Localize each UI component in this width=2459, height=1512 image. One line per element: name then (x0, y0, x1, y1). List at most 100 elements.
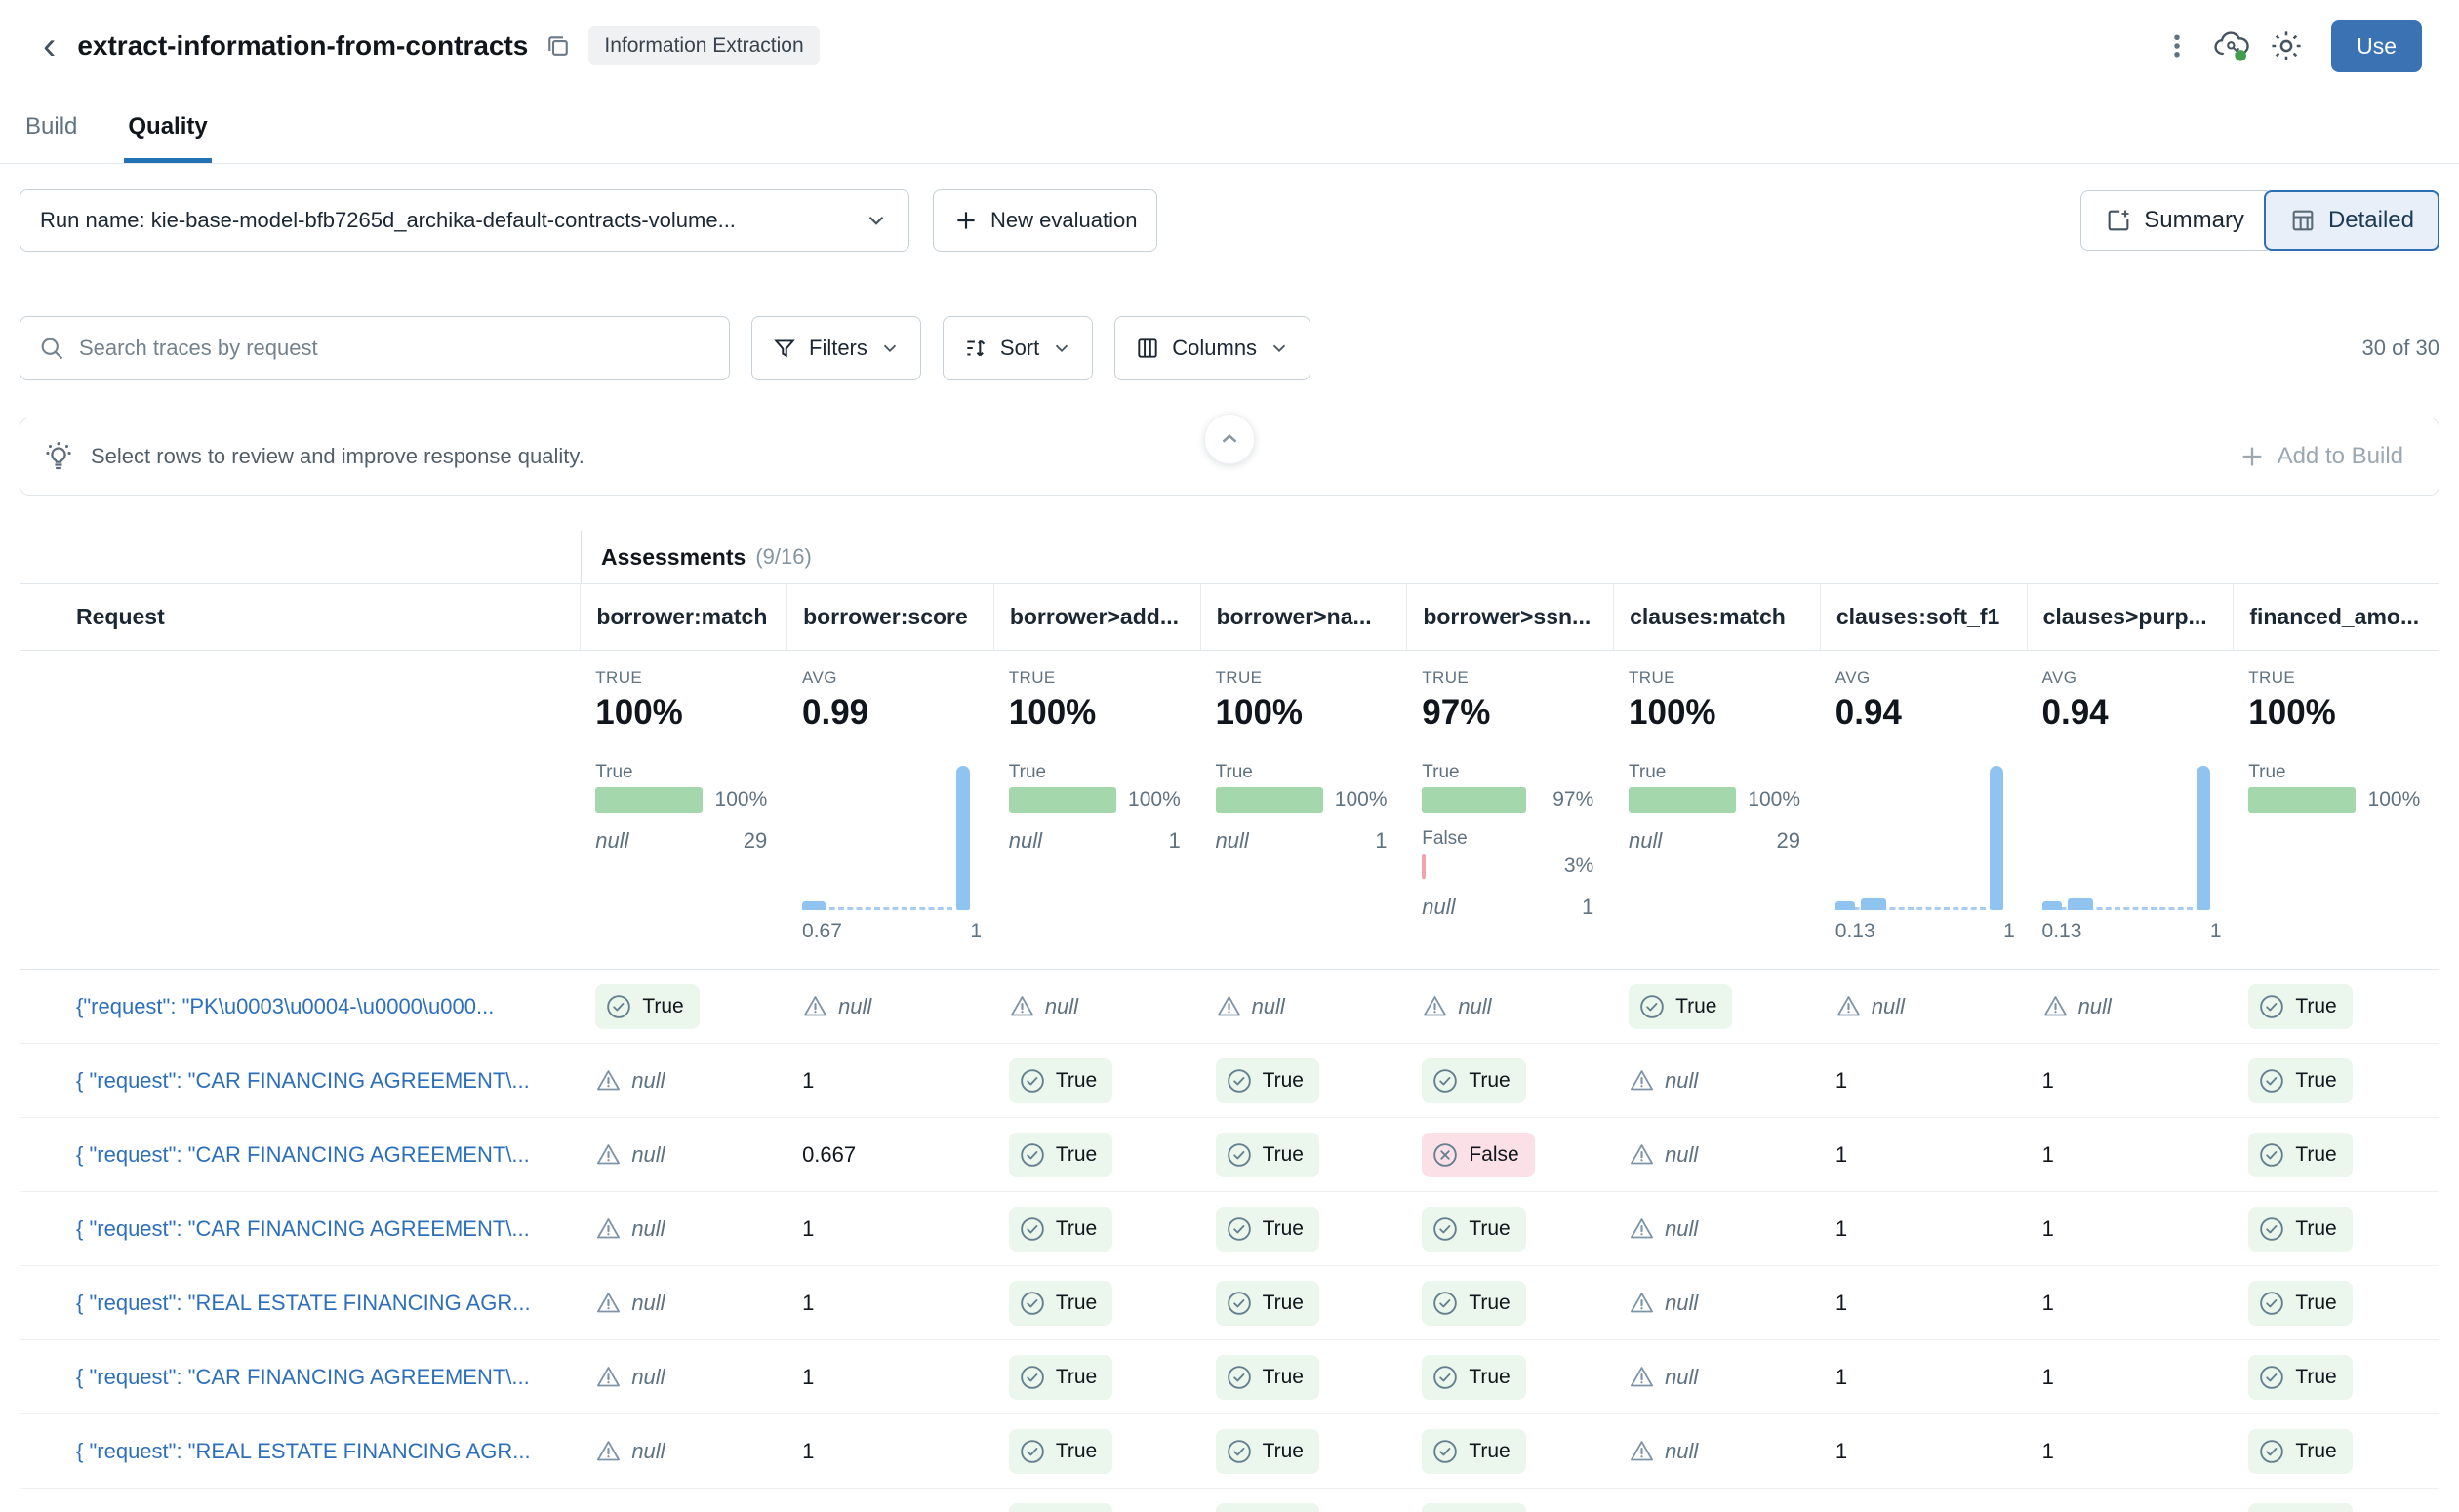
assessment-cell: True (2233, 1133, 2439, 1177)
true-badge: True (1216, 1133, 1319, 1177)
assessment-column-header[interactable]: clauses>purp... (2027, 584, 2234, 650)
true-badge: True (1629, 984, 1732, 1029)
search-row: Filters Sort Columns 30 of 30 (20, 316, 2439, 380)
null-value: null (1629, 1141, 1698, 1168)
check-circle-icon (2258, 1067, 2285, 1094)
assessment-column-header[interactable]: borrower>ssn... (1406, 584, 1613, 650)
request-link[interactable]: { "request": "CAR FINANCING AGREEMENT\..… (20, 1216, 580, 1242)
check-circle-icon (1226, 1438, 1253, 1465)
sort-button[interactable]: Sort (943, 316, 1093, 380)
assessment-cell: True (1406, 1429, 1613, 1474)
assessment-column-header[interactable]: clauses:soft_f1 (1820, 584, 2027, 650)
check-circle-icon (2258, 1364, 2285, 1391)
request-column-header: Request (20, 584, 580, 650)
bar-percent: 100% (2360, 788, 2421, 812)
request-link[interactable]: { "request": "CAR FINANCING AGREEMENT\..… (20, 1142, 580, 1168)
assessment-cell: True (1200, 1207, 1407, 1252)
stat-value: 0.94 (2042, 694, 2234, 733)
request-link[interactable]: { "request": "REAL ESTATE FINANCING AGR.… (20, 1291, 580, 1316)
null-value: null (595, 1215, 665, 1242)
null-count-line: null1 (1422, 895, 1593, 920)
serving-status-cloud-icon[interactable] (2204, 19, 2259, 73)
chevron-down-icon (879, 338, 901, 359)
numeric-value: 1 (802, 1068, 814, 1094)
columns-label: Columns (1172, 336, 1257, 361)
x-circle-icon (1431, 1141, 1459, 1169)
bar-percent: 100% (1327, 788, 1388, 812)
check-circle-icon (2258, 1215, 2285, 1243)
numeric-value: 1 (1835, 1439, 1847, 1464)
copy-icon[interactable] (544, 31, 573, 60)
stat-label: TRUE (1629, 668, 1820, 688)
check-circle-icon (1226, 1067, 1253, 1094)
numeric-value: 1 (2042, 1216, 2054, 1242)
table-row[interactable]: { "request": "CAR FINANCING AGREEMENT\..… (20, 1340, 2439, 1414)
columns-button[interactable]: Columns (1114, 316, 1310, 380)
assessment-column-header[interactable]: borrower:match (580, 584, 786, 650)
detailed-view-button[interactable]: Detailed (2264, 190, 2439, 251)
true-badge: True (1216, 1503, 1319, 1512)
use-button[interactable]: Use (2331, 20, 2422, 72)
table-row[interactable]: { "request": "CAR FINANCING AGREEMENT\..… (20, 1044, 2439, 1118)
page-title: extract-information-from-contracts (77, 30, 528, 61)
request-link[interactable]: {"request": "PK\u0003\u0004-\u0000\u000.… (20, 994, 580, 1019)
assessment-cell: null (1406, 993, 1613, 1019)
assessment-cell: True (1200, 1503, 1407, 1512)
bar-label: True (1009, 762, 1181, 783)
table-row[interactable]: { "request": "REAL ESTATE FINANCING AGR.… (20, 1414, 2439, 1489)
null-value: null (2042, 993, 2112, 1019)
table-row[interactable]: {"request": "PK\u0003\u0004-\u0000\u000.… (20, 970, 2439, 1044)
warning-triangle-icon (595, 1364, 622, 1390)
check-circle-icon (1431, 1215, 1459, 1243)
assessment-column-header[interactable]: borrower>add... (993, 584, 1200, 650)
check-circle-icon (2258, 1141, 2285, 1169)
true-badge: True (1009, 1503, 1112, 1512)
assessment-cell: True (1406, 1355, 1613, 1400)
assessments-count: (9/16) (755, 544, 811, 570)
assessment-column-header[interactable]: borrower>na... (1200, 584, 1407, 650)
table-row[interactable]: { "request": "HEALTH FINANCING AGREEM...… (20, 1489, 2439, 1512)
distribution-bar (1009, 787, 1116, 813)
null-value: null (595, 1438, 665, 1464)
request-link[interactable]: { "request": "CAR FINANCING AGREEMENT\..… (20, 1365, 580, 1390)
table-row[interactable]: { "request": "REAL ESTATE FINANCING AGR.… (20, 1266, 2439, 1340)
summary-cell-borrower-score: AVG0.990.671 (786, 668, 993, 943)
score-histogram (802, 762, 974, 910)
add-to-build-button[interactable]: Add to Build (2217, 429, 2425, 484)
true-badge: True (2248, 984, 2352, 1029)
new-evaluation-button[interactable]: New evaluation (933, 189, 1157, 252)
table-row[interactable]: { "request": "CAR FINANCING AGREEMENT\..… (20, 1118, 2439, 1192)
bar-percent: 3% (1556, 855, 1593, 878)
bar-label: True (1422, 762, 1593, 783)
check-circle-icon (1431, 1067, 1459, 1094)
search-box[interactable] (20, 316, 730, 380)
tab-build[interactable]: Build (21, 99, 81, 163)
bar-label: True (1216, 762, 1388, 783)
assessment-column-header[interactable]: financed_amo... (2233, 584, 2439, 650)
request-link[interactable]: { "request": "CAR FINANCING AGREEMENT\..… (20, 1068, 580, 1094)
summary-view-button[interactable]: Summary (2080, 190, 2268, 251)
null-value: null (1629, 1290, 1698, 1316)
stat-value: 0.94 (1835, 694, 2027, 733)
run-name-select[interactable]: Run name: kie-base-model-bfb7265d_archik… (20, 189, 909, 252)
filters-button[interactable]: Filters (751, 316, 921, 380)
search-input[interactable] (79, 336, 711, 361)
chevron-down-icon (864, 208, 889, 233)
warning-triangle-icon (1216, 993, 1242, 1019)
assessment-cell: True (993, 1355, 1200, 1400)
assessment-column-header[interactable]: borrower:score (786, 584, 993, 650)
table-row[interactable]: { "request": "CAR FINANCING AGREEMENT\..… (20, 1192, 2439, 1266)
detailed-label: Detailed (2328, 207, 2414, 234)
bar-percent: 100% (1120, 788, 1181, 812)
assessment-column-header[interactable]: clauses:match (1613, 584, 1820, 650)
numeric-value: 1 (2042, 1365, 2054, 1390)
collapse-summary-button[interactable] (1204, 414, 1255, 464)
assessment-cell: True (2233, 1503, 2439, 1512)
tab-quality[interactable]: Quality (124, 99, 211, 163)
gear-icon[interactable] (2259, 19, 2314, 73)
back-chevron-icon[interactable]: ‹ (33, 26, 65, 65)
true-badge: True (1422, 1355, 1525, 1400)
kebab-menu-icon[interactable] (2150, 19, 2204, 73)
request-link[interactable]: { "request": "REAL ESTATE FINANCING AGR.… (20, 1439, 580, 1464)
columns-icon (1135, 336, 1160, 361)
